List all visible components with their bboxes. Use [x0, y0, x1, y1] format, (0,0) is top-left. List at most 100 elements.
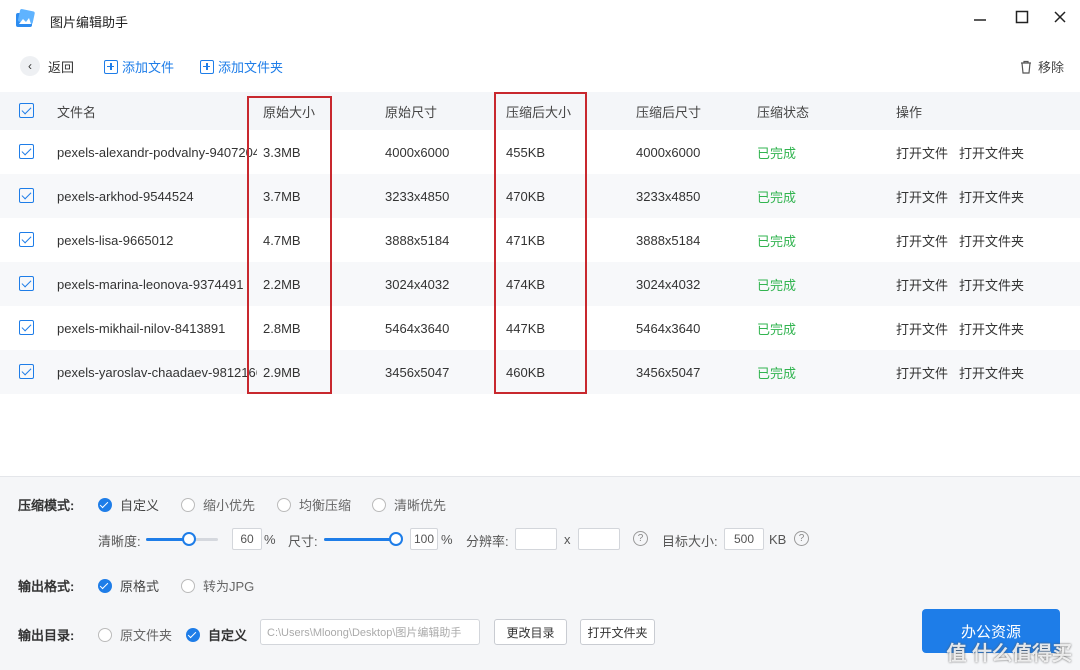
file-name: pexels-arkhod-9544524: [57, 188, 194, 204]
radio-unchecked-icon: [181, 497, 195, 512]
mode-radio-clarity[interactable]: 清晰优先: [372, 495, 446, 514]
status-badge: 已完成: [757, 277, 797, 293]
mode-radio-shrink[interactable]: 缩小优先: [181, 495, 255, 514]
open-file-link[interactable]: 打开文件: [896, 275, 948, 294]
minimize-button[interactable]: [970, 10, 990, 30]
back-button[interactable]: ‹ 返回: [20, 56, 74, 76]
table-row[interactable]: pexels-marina-leonova-9374491 2.2MB 3024…: [0, 262, 1080, 306]
comp-size: 460KB: [506, 364, 546, 380]
radio-label: 缩小优先: [203, 498, 256, 513]
add-file-label: 添加文件: [122, 60, 175, 75]
col-actions: 操作: [896, 104, 923, 120]
app-title: 图片编辑助手: [50, 15, 129, 30]
target-size-label: 目标大小:: [662, 534, 718, 549]
open-file-link[interactable]: 打开文件: [896, 143, 948, 162]
select-all-checkbox[interactable]: [19, 103, 34, 118]
open-folder-link[interactable]: 打开文件夹: [959, 363, 1024, 382]
radio-label: 清晰优先: [394, 498, 447, 513]
size-slider[interactable]: [324, 532, 403, 546]
open-file-link[interactable]: 打开文件: [896, 363, 948, 382]
orig-dim: 3456x5047: [385, 364, 450, 380]
col-comp-dim: 压缩后尺寸: [636, 104, 702, 120]
col-filename: 文件名: [57, 104, 97, 120]
row-checkbox[interactable]: [19, 364, 34, 379]
row-checkbox[interactable]: [19, 144, 34, 159]
file-name: pexels-yaroslav-chaadaev-9812166: [57, 364, 257, 380]
comp-size: 474KB: [506, 276, 546, 292]
open-folder-link[interactable]: 打开文件夹: [959, 187, 1024, 206]
open-folder-link[interactable]: 打开文件夹: [959, 143, 1024, 162]
radio-checked-icon: [98, 578, 112, 593]
output-dir-label: 输出目录:: [18, 628, 75, 643]
radio-label: 原格式: [120, 579, 160, 594]
format-radio-jpg[interactable]: 转为JPG: [181, 576, 254, 595]
add-file-button[interactable]: 添加文件: [104, 57, 174, 76]
comp-dim: 3024x4032: [636, 276, 701, 292]
row-checkbox[interactable]: [19, 232, 34, 247]
col-comp-size: 压缩后大小: [506, 104, 572, 120]
radio-unchecked-icon: [372, 497, 386, 512]
file-table: 文件名 原始大小 原始尺寸 压缩后大小 压缩后尺寸 压缩状态 操作 pexels…: [0, 92, 1080, 394]
resolution-width-input[interactable]: [515, 528, 557, 550]
clarity-input[interactable]: 60: [232, 528, 262, 550]
mode-radio-balanced[interactable]: 均衡压缩: [277, 495, 351, 514]
table-row[interactable]: pexels-lisa-9665012 4.7MB 3888x5184 471K…: [0, 218, 1080, 262]
help-icon[interactable]: ?: [633, 531, 648, 546]
orig-size: 2.9MB: [263, 364, 301, 380]
comp-size: 471KB: [506, 232, 546, 248]
resolution-height-input[interactable]: [578, 528, 620, 550]
open-file-link[interactable]: 打开文件: [896, 187, 948, 206]
size-slider-handle[interactable]: [389, 532, 403, 546]
row-checkbox[interactable]: [19, 320, 34, 335]
orig-dim: 3024x4032: [385, 276, 450, 292]
col-orig-size: 原始大小: [263, 104, 316, 120]
orig-size: 2.2MB: [263, 276, 301, 292]
close-icon: [1054, 11, 1066, 23]
open-file-link[interactable]: 打开文件: [896, 319, 948, 338]
dir-radio-custom[interactable]: 自定义: [186, 625, 247, 644]
resolution-label: 分辨率:: [466, 534, 509, 549]
add-folder-label: 添加文件夹: [218, 60, 284, 75]
table-row[interactable]: pexels-arkhod-9544524 3.7MB 3233x4850 47…: [0, 174, 1080, 218]
help-icon[interactable]: ?: [794, 531, 809, 546]
clarity-label: 清晰度:: [98, 534, 141, 549]
col-status: 压缩状态: [757, 104, 810, 120]
orig-dim: 4000x6000: [385, 144, 450, 160]
open-file-link[interactable]: 打开文件: [896, 231, 948, 250]
row-checkbox[interactable]: [19, 276, 34, 291]
orig-size: 3.3MB: [263, 144, 301, 160]
status-badge: 已完成: [757, 321, 797, 337]
mode-radio-custom[interactable]: 自定义: [98, 495, 159, 514]
output-format-label: 输出格式:: [18, 579, 75, 594]
status-badge: 已完成: [757, 189, 797, 205]
size-input[interactable]: 100: [410, 528, 438, 550]
maximize-icon: [1015, 10, 1029, 24]
comp-size: 447KB: [506, 320, 546, 336]
clarity-slider-handle[interactable]: [182, 532, 196, 546]
change-dir-button[interactable]: 更改目录: [494, 619, 567, 645]
add-folder-button[interactable]: 添加文件夹: [200, 57, 283, 76]
orig-size: 3.7MB: [263, 188, 301, 204]
row-checkbox[interactable]: [19, 188, 34, 203]
watermark: 值 什么值得买: [946, 643, 1072, 665]
table-row[interactable]: pexels-yaroslav-chaadaev-9812166 2.9MB 3…: [0, 350, 1080, 394]
table-row[interactable]: pexels-alexandr-podvalny-9407204 3.3MB 4…: [0, 130, 1080, 174]
target-size-input[interactable]: 500: [724, 528, 764, 550]
open-folder-link[interactable]: 打开文件夹: [959, 319, 1024, 338]
dir-radio-original[interactable]: 原文件夹: [98, 625, 172, 644]
close-button[interactable]: [1050, 10, 1070, 30]
table-row[interactable]: pexels-mikhail-nilov-8413891 2.8MB 5464x…: [0, 306, 1080, 350]
col-orig-dim: 原始尺寸: [385, 104, 438, 120]
open-folder-link[interactable]: 打开文件夹: [959, 275, 1024, 294]
open-folder-link[interactable]: 打开文件夹: [959, 231, 1024, 250]
radio-unchecked-icon: [181, 578, 195, 593]
radio-label: 自定义: [208, 628, 248, 643]
maximize-button[interactable]: [1012, 10, 1032, 30]
remove-button[interactable]: 移除: [1019, 57, 1064, 76]
clarity-slider[interactable]: [146, 532, 218, 546]
format-radio-original[interactable]: 原格式: [98, 576, 159, 595]
status-badge: 已完成: [757, 233, 797, 249]
remove-label: 移除: [1037, 60, 1064, 75]
output-path-field[interactable]: C:\Users\Mloong\Desktop\图片编辑助手: [260, 619, 480, 645]
open-folder-button[interactable]: 打开文件夹: [580, 619, 655, 645]
